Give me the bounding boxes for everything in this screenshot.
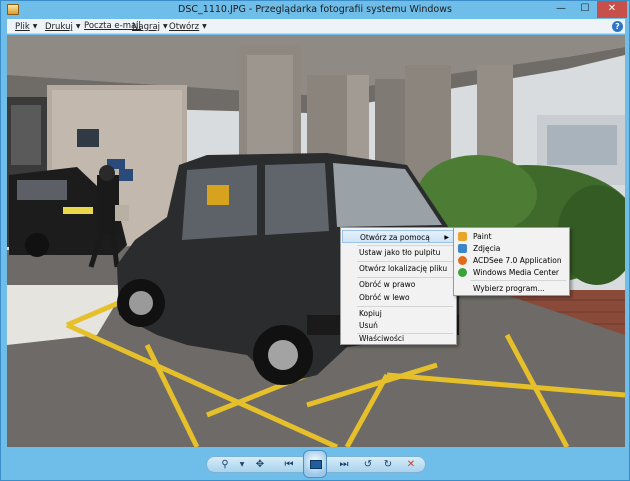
slideshow-icon [310, 460, 322, 469]
minimize-button[interactable]: — [549, 1, 573, 18]
menu-print[interactable]: Drukuj ▼ [45, 20, 80, 33]
acdsee-icon [458, 256, 467, 265]
context-item-open-with[interactable]: Otwórz za pomocą ▶ [342, 230, 455, 243]
context-item-rotate-left[interactable]: Obróć w lewo [342, 291, 455, 304]
menu-file[interactable]: Plik ▼ [15, 20, 37, 33]
previous-icon[interactable]: ⏮ [279, 457, 299, 472]
menu-burn-label: Nagraj [132, 22, 161, 32]
title-bar[interactable]: DSC_1110.JPG - Przeglądarka fotografii s… [1, 1, 629, 19]
maximize-button[interactable]: ☐ [573, 1, 597, 18]
submenu-item-acdsee-label: ACDSee 7.0 Application [473, 256, 562, 265]
bottom-toolbar: ⚲ ▼ ✥ ⏮ ⏭ ↺ ↻ ✕ [1, 448, 629, 480]
chevron-down-icon: ▼ [202, 23, 207, 30]
photo-viewer-window: DSC_1110.JPG - Przeglądarka fotografii s… [0, 0, 630, 481]
media-center-icon [458, 268, 467, 277]
delete-icon[interactable]: ✕ [401, 457, 421, 472]
submenu-item-photos-label: Zdjęcia [473, 244, 501, 253]
context-item-open-with-label: Otwórz za pomocą [360, 233, 430, 242]
window-title: DSC_1110.JPG - Przeglądarka fotografii s… [178, 4, 452, 15]
submenu-arrow-icon: ▶ [444, 234, 449, 241]
next-icon[interactable]: ⏭ [334, 457, 354, 472]
context-item-properties[interactable]: Właściwości [342, 332, 455, 345]
submenu-item-paint-label: Paint [473, 232, 492, 241]
slideshow-button[interactable] [303, 450, 327, 478]
chevron-down-icon: ▼ [75, 23, 81, 30]
submenu-item-media-center[interactable]: Windows Media Center [455, 266, 568, 279]
open-with-submenu: Paint Zdjęcia ACDSee 7.0 Application Win… [453, 227, 570, 296]
menu-open-label: Otwórz [169, 22, 200, 32]
context-menu: Otwórz za pomocą ▶ Ustaw jako tło pulpit… [340, 227, 457, 345]
context-item-delete[interactable]: Usuń [342, 319, 455, 332]
fit-to-window-icon[interactable]: ✥ [250, 457, 270, 472]
paint-icon [458, 232, 467, 241]
photos-icon [458, 244, 467, 253]
chevron-down-icon: ▼ [163, 23, 168, 30]
context-item-rotate-right[interactable]: Obróć w prawo [342, 278, 455, 291]
menu-bar: Plik ▼ Drukuj ▼ Poczta e-mail Nagraj ▼ Otwó… [7, 19, 625, 34]
chevron-down-icon: ▼ [32, 23, 38, 30]
rotate-left-icon[interactable]: ↺ [358, 457, 378, 472]
context-item-set-background[interactable]: Ustaw jako tło pulpitu [342, 246, 455, 259]
menu-open[interactable]: Otwórz ▼ [169, 20, 207, 33]
menu-burn[interactable]: Nagraj ▼ [132, 20, 168, 33]
help-icon[interactable]: ? [612, 21, 623, 32]
context-item-open-location[interactable]: Otwórz lokalizację pliku [342, 262, 455, 275]
submenu-item-media-center-label: Windows Media Center [473, 268, 560, 277]
zoom-dropdown-icon[interactable]: ▼ [232, 457, 252, 472]
close-button[interactable]: ✕ [597, 1, 627, 18]
menu-file-label: Plik [15, 22, 30, 32]
rotate-right-icon[interactable]: ↻ [378, 457, 398, 472]
context-separator [470, 280, 566, 281]
menu-print-label: Drukuj [45, 22, 73, 32]
submenu-item-choose-program[interactable]: Wybierz program... [455, 282, 568, 295]
